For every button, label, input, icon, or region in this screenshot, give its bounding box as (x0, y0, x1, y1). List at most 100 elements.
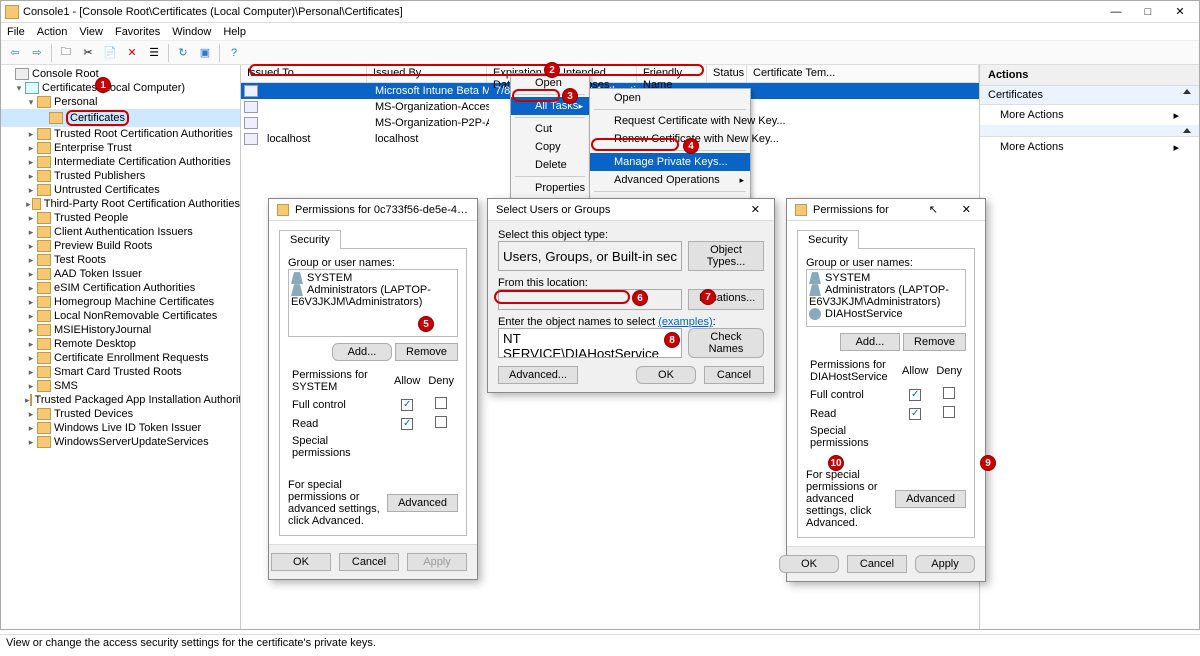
refresh-icon[interactable]: ↻ (173, 43, 193, 63)
dlg3-cancel-button[interactable]: Cancel (847, 555, 907, 573)
tree-item[interactable]: Homegroup Machine Certificates (54, 296, 214, 308)
tree-item[interactable]: Test Roots (54, 254, 106, 266)
context-submenu-alltasks[interactable]: Open Request Certificate with New Key...… (589, 88, 751, 213)
tree-item[interactable]: Enterprise Trust (54, 142, 132, 154)
actions-selected[interactable] (980, 125, 1199, 137)
close-icon[interactable]: ✕ (956, 203, 977, 216)
menu-window[interactable]: Window (172, 26, 211, 38)
checkbox[interactable] (909, 389, 921, 401)
permissions-dialog-1[interactable]: Permissions for 0c733f56-de5e-4b03-a898-… (268, 198, 478, 580)
checkbox[interactable] (943, 387, 955, 399)
ctx-cut[interactable]: Cut (511, 120, 589, 138)
tree-item[interactable]: AAD Token Issuer (54, 268, 142, 280)
sub-open[interactable]: Open (590, 89, 750, 107)
forward-icon[interactable]: ⇨ (27, 43, 47, 63)
export-icon[interactable]: ▣ (195, 43, 215, 63)
tree-item[interactable]: Trusted Publishers (54, 170, 145, 182)
sub-request[interactable]: Request Certificate with New Key... (590, 112, 750, 130)
tree-item[interactable]: Certificate Enrollment Requests (54, 352, 209, 364)
dlg3-apply-button[interactable]: Apply (915, 555, 975, 573)
tree-item[interactable]: Untrusted Certificates (54, 184, 160, 196)
tree-item[interactable]: Smart Card Trusted Roots (54, 366, 182, 378)
checkbox[interactable] (435, 416, 447, 428)
dlg2-locations-button[interactable]: Locations... (688, 289, 764, 310)
dlg2-cancel-button[interactable]: Cancel (704, 366, 764, 384)
tree-item[interactable]: Client Authentication Issuers (54, 226, 193, 238)
checkbox[interactable] (401, 399, 413, 411)
checkbox[interactable] (435, 397, 447, 409)
minimize-button[interactable]: — (1101, 3, 1131, 21)
actions-more-1[interactable]: More Actions ▸ (980, 105, 1199, 125)
menu-file[interactable]: File (7, 26, 25, 38)
col-issued-by[interactable]: Issued By (367, 65, 487, 82)
tree-item[interactable]: eSIM Certification Authorities (54, 282, 195, 294)
col-template[interactable]: Certificate Tem... (747, 65, 979, 82)
menu-action[interactable]: Action (37, 26, 68, 38)
dlg2-names-input[interactable] (498, 328, 682, 358)
dlg1-remove-button[interactable]: Remove (395, 343, 458, 361)
delete-icon[interactable]: ✕ (122, 43, 142, 63)
sub-manage-private-keys[interactable]: Manage Private Keys... (590, 153, 750, 171)
tree-item[interactable]: Intermediate Certification Authorities (54, 156, 231, 168)
ctx-all-tasks[interactable]: All Tasks▸ (511, 97, 589, 115)
copy-icon[interactable]: 📄 (100, 43, 120, 63)
tree-console-root[interactable]: Console Root (32, 68, 99, 80)
ctx-delete[interactable]: Delete (511, 156, 589, 174)
tree-item[interactable]: Trusted Packaged App Installation Author… (35, 394, 241, 406)
tree-item[interactable]: Remote Desktop (54, 338, 136, 350)
actions-certs[interactable]: Certificates (980, 86, 1199, 105)
dlg2-ok-button[interactable]: OK (636, 366, 696, 384)
col-issued-to[interactable]: Issued To (241, 65, 367, 82)
nav-tree[interactable]: Console Root ▾Certificates (Local Comput… (1, 65, 241, 629)
dlg2-check-names-button[interactable]: Check Names (688, 328, 764, 358)
select-users-dialog[interactable]: Select Users or Groups✕ Select this obje… (487, 198, 775, 393)
tree-item[interactable]: Trusted People (54, 212, 128, 224)
cut-icon[interactable]: ✂ (78, 43, 98, 63)
close-button[interactable]: ✕ (1165, 3, 1195, 21)
dlg2-object-types-button[interactable]: Object Types... (688, 241, 764, 271)
properties-icon[interactable]: ☰ (144, 43, 164, 63)
tree-certificates[interactable]: Certificates (66, 110, 129, 126)
dlg3-users-list[interactable]: SYSTEM Administrators (LAPTOP-E6V3JKJM\A… (806, 269, 966, 327)
ctx-copy[interactable]: Copy (511, 138, 589, 156)
checkbox[interactable] (943, 406, 955, 418)
help-icon[interactable]: ? (224, 43, 244, 63)
tree-item[interactable]: Windows Live ID Token Issuer (54, 422, 201, 434)
sub-advanced-ops[interactable]: Advanced Operations▸ (590, 171, 750, 189)
dlg1-tab-security[interactable]: Security (279, 230, 341, 249)
tree-personal[interactable]: Personal (54, 96, 97, 108)
tree-item[interactable]: Trusted Root Certification Authorities (54, 128, 233, 140)
menu-favorites[interactable]: Favorites (115, 26, 160, 38)
dlg3-tab-security[interactable]: Security (797, 230, 859, 249)
dlg3-advanced-button[interactable]: Advanced (895, 490, 966, 508)
dlg1-cancel-button[interactable]: Cancel (339, 553, 399, 571)
up-icon[interactable]: 🗀 (56, 43, 76, 63)
tree-item[interactable]: MSIEHistoryJournal (54, 324, 151, 336)
menu-help[interactable]: Help (223, 26, 246, 38)
tree-item[interactable]: WindowsServerUpdateServices (54, 436, 209, 448)
dlg1-ok-button[interactable]: OK (271, 553, 331, 571)
dlg3-remove-button[interactable]: Remove (903, 333, 966, 351)
tree-item[interactable]: Preview Build Roots (54, 240, 152, 252)
checkbox[interactable] (909, 408, 921, 420)
actions-more-2[interactable]: More Actions ▸ (980, 137, 1199, 157)
checkbox[interactable] (401, 418, 413, 430)
close-icon[interactable]: ✕ (745, 203, 766, 216)
back-icon[interactable]: ⇦ (5, 43, 25, 63)
col-status[interactable]: Status (707, 65, 747, 82)
col-friendly[interactable]: Friendly Name (637, 65, 707, 82)
permissions-dialog-2[interactable]: Permissions for↖✕ Security Group or user… (786, 198, 986, 582)
tree-item[interactable]: SMS (54, 380, 78, 392)
dlg3-ok-button[interactable]: OK (779, 555, 839, 573)
tree-certs-local[interactable]: Certificates (Local Computer) (42, 82, 185, 94)
tree-item[interactable]: Local NonRemovable Certificates (54, 310, 217, 322)
tree-item[interactable]: Third-Party Root Certification Authoriti… (44, 198, 240, 210)
dlg1-add-button[interactable]: Add... (332, 343, 392, 361)
dlg1-apply-button[interactable]: Apply (407, 553, 467, 571)
dlg3-add-button[interactable]: Add... (840, 333, 900, 351)
dlg2-advanced-button[interactable]: Advanced... (498, 366, 578, 384)
menu-view[interactable]: View (79, 26, 103, 38)
tree-item[interactable]: Trusted Devices (54, 408, 133, 420)
dlg2-examples-link[interactable]: (examples) (658, 316, 712, 328)
maximize-button[interactable]: □ (1133, 3, 1163, 21)
